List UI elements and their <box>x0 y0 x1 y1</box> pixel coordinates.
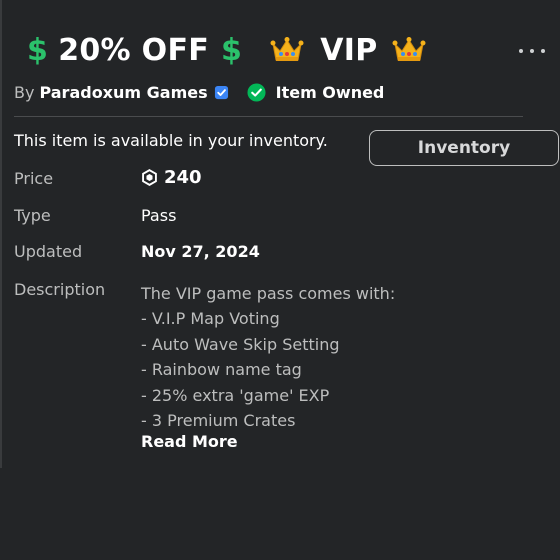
type-label: Type <box>14 206 51 225</box>
price-value: 240 <box>141 167 202 188</box>
description-line: - V.I.P Map Voting <box>141 309 280 329</box>
read-more-link[interactable]: Read More <box>141 432 238 451</box>
type-value: Pass <box>141 206 177 225</box>
title-discount-text: 20% OFF <box>58 32 210 68</box>
inventory-button[interactable]: Inventory <box>369 130 559 166</box>
creator-link[interactable]: Paradoxum Games <box>39 83 207 102</box>
availability-message: This item is available in your inventory… <box>14 131 328 150</box>
robux-icon <box>142 169 157 186</box>
more-options-icon[interactable] <box>519 46 545 56</box>
price-amount: 240 <box>164 167 202 188</box>
description-line: - 3 Premium Crates <box>141 411 296 431</box>
more-dot <box>530 49 534 53</box>
description-line: The VIP game pass comes with: <box>141 284 396 303</box>
item-title: $ 20% OFF $ VIP <box>27 28 426 72</box>
description-line: - Rainbow name tag <box>141 360 302 380</box>
more-dot <box>519 49 523 53</box>
updated-label: Updated <box>14 242 83 261</box>
panel-left-edge <box>0 0 2 468</box>
creator-prefix: By <box>14 82 35 102</box>
dollar-sign-left: $ <box>27 32 49 68</box>
description-line: - 25% extra 'game' EXP <box>141 385 330 405</box>
crown-icon <box>392 37 425 61</box>
verified-badge-icon <box>214 85 228 99</box>
description-text: The VIP game pass comes with: - V.I.P Ma… <box>141 281 395 433</box>
price-label: Price <box>14 169 54 188</box>
more-dot <box>541 49 545 53</box>
divider <box>14 116 523 117</box>
description-line: - Auto Wave Skip Setting <box>141 334 340 354</box>
description-label: Description <box>14 280 106 299</box>
checkmark-circle-icon <box>247 82 266 102</box>
updated-value: Nov 27, 2024 <box>141 242 260 261</box>
title-vip-text: VIP <box>320 32 378 68</box>
crown-icon <box>270 37 304 61</box>
creator-row: By Paradoxum Games Item Owned <box>14 80 384 104</box>
dollar-sign-right: $ <box>221 32 243 68</box>
item-owned-label: Item Owned <box>275 82 385 102</box>
